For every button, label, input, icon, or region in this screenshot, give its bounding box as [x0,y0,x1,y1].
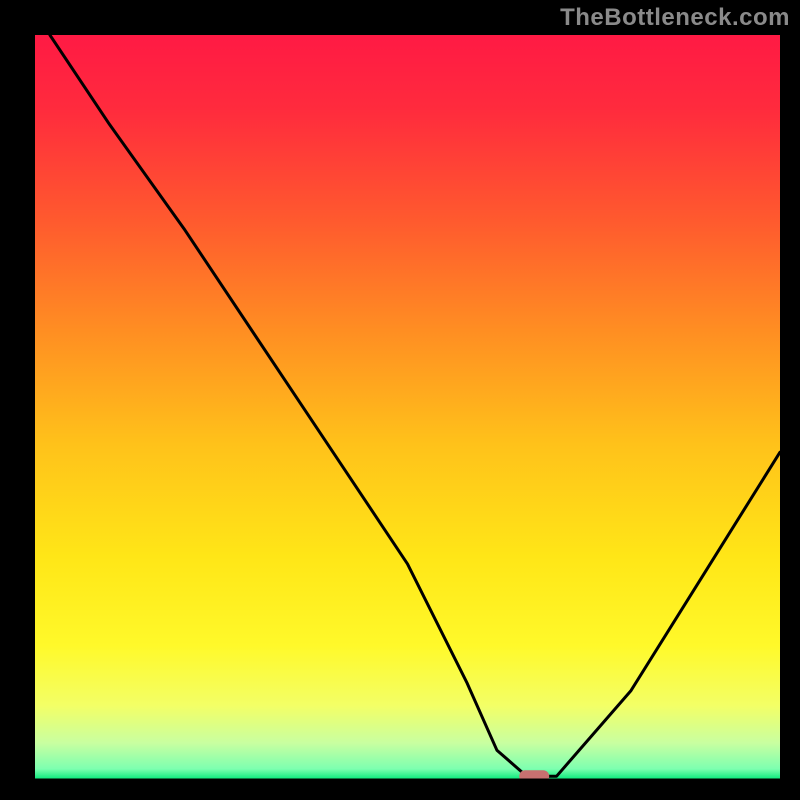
chart-container: TheBottleneck.com [0,0,800,800]
watermark-text: TheBottleneck.com [560,4,790,32]
plot-background [35,35,780,780]
bottleneck-chart [0,0,800,800]
